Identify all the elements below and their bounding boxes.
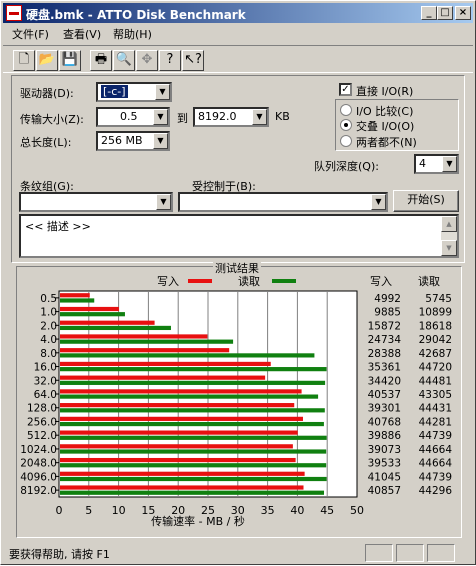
read-value: 44481 — [419, 375, 452, 387]
write-bar — [60, 403, 295, 408]
write-bar — [60, 293, 90, 298]
legend-write-swatch — [188, 279, 212, 283]
legend-read-label: 读取 — [238, 274, 260, 288]
y-tick-label: 2048.0 — [20, 458, 57, 470]
read-value: 44296 — [419, 485, 453, 497]
read-value: 44664 — [419, 458, 453, 470]
read-value: 44720 — [419, 362, 452, 374]
read-bar — [60, 298, 95, 303]
read-value: 44281 — [419, 416, 452, 428]
write-value: 41045 — [368, 471, 401, 483]
read-bar — [60, 380, 326, 385]
y-tick-label: 1024.0 — [20, 444, 57, 456]
y-tick-label: 16.0 — [34, 362, 57, 374]
write-value: 39301 — [368, 403, 401, 415]
y-tick-label: 128.0 — [27, 403, 57, 415]
legend-read-swatch — [272, 279, 296, 283]
read-value: 44664 — [419, 444, 453, 456]
legend-write-label: 写入 — [157, 275, 179, 288]
read-bar — [60, 339, 234, 344]
write-value: 40768 — [368, 416, 401, 428]
read-value: 18618 — [419, 320, 452, 332]
write-bar — [60, 348, 230, 353]
main-window: 硬盘.bmk - ATTO Disk Benchmark _ □ × 文件(F)… — [0, 0, 476, 565]
read-bar — [60, 463, 327, 468]
read-value: 43305 — [419, 389, 452, 401]
write-value: 34420 — [368, 375, 401, 387]
write-bar — [60, 389, 302, 394]
y-tick-label: 0.5 — [40, 293, 57, 305]
x-tick-label: 10 — [112, 504, 126, 517]
write-value: 39886 — [368, 430, 402, 442]
y-tick-label: 2.0 — [40, 320, 57, 332]
write-bar — [60, 430, 298, 435]
x-axis-label: 传输速率 - MB / 秒 — [151, 514, 245, 528]
read-bar — [60, 408, 325, 413]
write-value: 24734 — [368, 334, 402, 346]
write-bar — [60, 306, 119, 312]
y-tick-label: 512.0 — [27, 430, 57, 442]
read-bar — [60, 435, 327, 440]
read-bar — [60, 325, 171, 331]
x-tick-label: 35 — [261, 504, 275, 517]
y-tick-label: 1.0 — [40, 307, 57, 319]
read-bar — [60, 367, 327, 372]
benchmark-chart: 0 5 10 15 20 25 30 35 40 45 500.5 4992 57451.0 9885 10… — [20, 274, 453, 528]
write-bar — [60, 471, 305, 476]
y-tick-label: 8.0 — [40, 348, 57, 360]
read-bar — [60, 490, 325, 495]
write-bar — [60, 444, 293, 449]
read-value: 44431 — [419, 403, 452, 415]
write-bar — [60, 320, 155, 325]
read-value: 44739 — [419, 430, 452, 442]
write-value: 35361 — [368, 362, 401, 374]
write-value: 9885 — [374, 307, 401, 319]
read-value: 44739 — [419, 471, 452, 483]
status-panel-2 — [396, 544, 424, 562]
write-value: 39533 — [368, 458, 401, 470]
y-tick-label: 64.0 — [34, 389, 57, 401]
write-value: 40537 — [368, 389, 401, 401]
read-value: 5745 — [425, 293, 452, 305]
write-bar — [60, 375, 266, 380]
write-bar — [60, 457, 296, 463]
read-column-header: 读取 — [418, 274, 440, 288]
x-tick-label: 5 — [85, 504, 92, 517]
write-bar — [60, 361, 271, 367]
x-tick-label: 0 — [56, 504, 63, 517]
read-value: 10899 — [419, 307, 452, 319]
status-panel-3 — [427, 544, 455, 562]
status-text: 要获得帮助, 请按 F1 — [9, 548, 110, 561]
y-tick-label: 4.0 — [40, 334, 57, 346]
write-bar — [60, 416, 303, 421]
y-tick-label: 8192.0 — [20, 485, 57, 497]
read-bar — [60, 353, 315, 358]
x-tick-label: 45 — [320, 504, 334, 517]
status-bar: 要获得帮助, 请按 F1 — [3, 543, 473, 563]
read-value: 42687 — [419, 348, 452, 360]
y-tick-label: 4096.0 — [20, 471, 57, 483]
read-bar — [60, 394, 319, 399]
write-column-header: 写入 — [370, 275, 392, 288]
write-bar — [60, 485, 304, 490]
read-bar — [60, 476, 327, 482]
write-value: 4992 — [374, 293, 401, 305]
write-value: 39073 — [368, 444, 401, 456]
status-panel-1 — [365, 544, 393, 562]
write-value: 28388 — [368, 348, 401, 360]
read-value: 29042 — [419, 334, 452, 346]
write-value: 40857 — [368, 485, 401, 497]
read-bar — [60, 312, 125, 317]
read-bar — [60, 449, 327, 454]
y-tick-label: 32.0 — [34, 375, 57, 387]
x-tick-label: 50 — [350, 504, 364, 517]
write-bar — [60, 334, 208, 339]
read-bar — [60, 421, 324, 427]
write-value: 15872 — [368, 320, 401, 332]
x-tick-label: 40 — [290, 504, 304, 517]
y-tick-label: 256.0 — [27, 416, 57, 428]
